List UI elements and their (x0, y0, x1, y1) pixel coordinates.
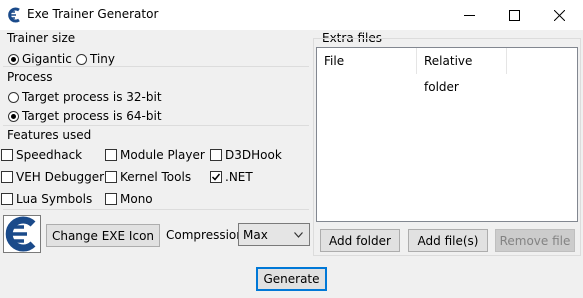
features-label: Features used (7, 128, 92, 142)
close-button[interactable] (537, 0, 582, 30)
checkbox-box (105, 171, 117, 183)
d3dhook-checkbox[interactable]: D3DHook (210, 148, 282, 162)
generate-button[interactable]: Generate (256, 267, 327, 291)
gigantic-label: Gigantic (22, 52, 72, 66)
add-files-button[interactable]: Add file(s) (408, 229, 488, 252)
tiny-label: Tiny (90, 52, 116, 66)
title-bar: Exe Trainer Generator (0, 0, 583, 30)
kernel-tools-checkbox[interactable]: Kernel Tools (105, 170, 191, 184)
compression-select[interactable]: Max (238, 223, 310, 246)
compression-value: Max (243, 228, 268, 242)
gigantic-radio[interactable]: Gigantic (8, 52, 72, 66)
add-folder-button[interactable]: Add folder (320, 229, 400, 252)
d3dhook-label: D3DHook (225, 148, 282, 162)
tiny-radio[interactable]: Tiny (76, 52, 115, 66)
remove-file-button[interactable]: Remove file (495, 229, 575, 252)
extra-files-list[interactable]: File Relative folder (316, 47, 578, 222)
radio-indicator (8, 110, 19, 122)
minimize-button[interactable] (447, 0, 492, 30)
process-32bit-radio[interactable]: Target process is 32-bit (8, 90, 162, 104)
checkmark-icon (211, 173, 221, 181)
close-icon (554, 9, 565, 21)
process-label: Process (7, 70, 53, 84)
checkbox-box (105, 149, 117, 161)
mono-label: Mono (120, 192, 153, 206)
veh-debugger-checkbox[interactable]: VEH Debugger (1, 170, 104, 184)
trainer-size-label: Trainer size (7, 31, 76, 45)
speedhack-label: Speedhack (16, 148, 83, 162)
mono-checkbox[interactable]: Mono (105, 192, 153, 206)
radio-indicator (8, 91, 19, 103)
cheat-engine-logo-icon (5, 216, 36, 252)
process-32bit-label: Target process is 32-bit (22, 90, 162, 104)
cheat-engine-icon (8, 7, 20, 23)
kernel-tools-label: Kernel Tools (120, 170, 192, 184)
compression-label: Compression (166, 228, 244, 242)
maximize-button[interactable] (492, 0, 537, 30)
maximize-icon (509, 9, 520, 21)
process-64bit-label: Target process is 64-bit (22, 109, 162, 123)
dotnet-checkbox[interactable]: .NET (210, 170, 253, 184)
checkbox-box (210, 171, 222, 183)
module-player-checkbox[interactable]: Module Player (105, 148, 205, 162)
veh-debugger-label: VEH Debugger (16, 170, 105, 184)
checkbox-box (1, 171, 13, 183)
checkbox-box (1, 149, 13, 161)
change-exe-icon-button[interactable]: Change EXE Icon (46, 224, 160, 247)
minimize-icon (464, 14, 475, 16)
process-64bit-radio[interactable]: Target process is 64-bit (8, 109, 162, 123)
column-header-relative-folder[interactable]: Relative folder (417, 48, 507, 94)
speedhack-checkbox[interactable]: Speedhack (1, 148, 82, 162)
exe-icon-preview (3, 215, 41, 253)
lua-symbols-checkbox[interactable]: Lua Symbols (1, 192, 92, 206)
radio-indicator (8, 53, 19, 65)
checkbox-box (1, 193, 13, 205)
module-player-label: Module Player (120, 148, 205, 162)
radio-indicator (76, 53, 87, 65)
chevron-down-icon (294, 232, 303, 238)
window-title: Exe Trainer Generator (27, 7, 159, 21)
lua-symbols-label: Lua Symbols (16, 192, 93, 206)
checkbox-box (210, 149, 222, 161)
checkbox-box (105, 193, 117, 205)
column-header-file[interactable]: File (317, 48, 417, 74)
dotnet-label: .NET (225, 170, 253, 184)
